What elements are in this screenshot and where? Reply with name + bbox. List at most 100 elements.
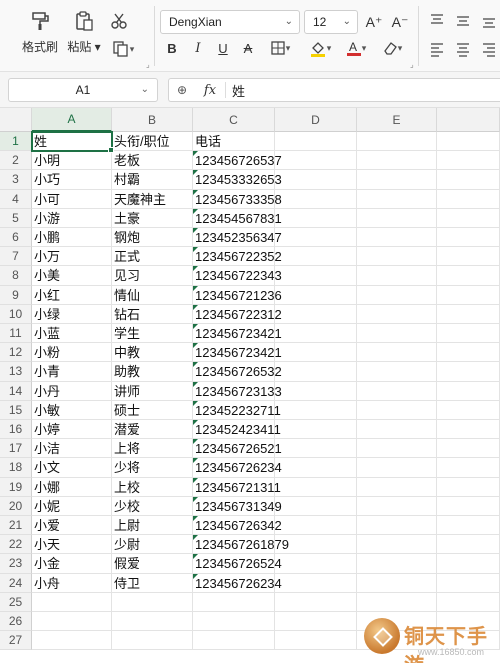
cell[interactable]: 小粉 xyxy=(32,343,112,363)
cell[interactable] xyxy=(437,132,500,152)
align-center-button[interactable] xyxy=(454,38,472,60)
cell[interactable]: 123453332653 xyxy=(193,170,282,190)
cell[interactable] xyxy=(275,208,357,228)
cell[interactable]: 123456726234 xyxy=(193,573,282,593)
strikethrough-button[interactable]: A xyxy=(238,38,258,58)
cell[interactable] xyxy=(357,535,437,555)
cell[interactable] xyxy=(357,458,437,478)
cell[interactable]: 小婷 xyxy=(32,420,112,440)
cell[interactable] xyxy=(275,304,357,324)
cell[interactable] xyxy=(275,516,357,536)
cell[interactable]: 小洁 xyxy=(32,439,112,459)
align-middle-button[interactable] xyxy=(454,10,472,32)
cell[interactable] xyxy=(357,420,437,440)
column-header-a[interactable]: A xyxy=(32,108,112,132)
cell[interactable]: 钻石 xyxy=(112,304,193,324)
cell[interactable] xyxy=(357,439,437,459)
cell[interactable]: 小丹 xyxy=(32,381,112,401)
cell[interactable]: 123456726342 xyxy=(193,516,282,536)
cell[interactable]: 潜爱 xyxy=(112,420,193,440)
cell[interactable] xyxy=(437,439,500,459)
cell[interactable] xyxy=(275,535,357,555)
cell[interactable] xyxy=(357,573,437,593)
cell[interactable]: 123456721236 xyxy=(193,285,282,305)
cell[interactable]: 123456731349 xyxy=(193,496,282,516)
row-header[interactable]: 18 xyxy=(0,458,32,478)
cell[interactable]: 123456722352 xyxy=(193,247,282,267)
cell[interactable]: 小绿 xyxy=(32,304,112,324)
cell[interactable]: 土豪 xyxy=(112,208,193,228)
row-header[interactable]: 19 xyxy=(0,477,32,497)
cell[interactable] xyxy=(275,343,357,363)
cell[interactable] xyxy=(357,285,437,305)
align-top-button[interactable] xyxy=(428,10,446,32)
cell[interactable] xyxy=(357,477,437,497)
cell[interactable] xyxy=(357,208,437,228)
row-header[interactable]: 17 xyxy=(0,439,32,459)
column-header-e[interactable]: E xyxy=(357,108,437,132)
cell[interactable]: 见习 xyxy=(112,266,193,286)
cell[interactable] xyxy=(193,612,275,632)
cell[interactable] xyxy=(357,228,437,248)
cell[interactable]: 小娜 xyxy=(32,477,112,497)
cell[interactable]: 小明 xyxy=(32,151,112,171)
row-header[interactable]: 8 xyxy=(0,266,32,286)
cell[interactable] xyxy=(437,496,500,516)
cell[interactable] xyxy=(32,592,112,612)
align-bottom-button[interactable] xyxy=(480,10,498,32)
cell[interactable] xyxy=(437,477,500,497)
cell[interactable]: 123452232711 xyxy=(193,400,281,420)
cell[interactable] xyxy=(357,170,437,190)
cell[interactable]: 中教 xyxy=(112,343,193,363)
cell[interactable]: 123452423411 xyxy=(193,420,281,440)
cell[interactable]: 123456726537 xyxy=(193,151,282,171)
cell[interactable] xyxy=(357,151,437,171)
cell[interactable] xyxy=(437,592,500,612)
fill-handle[interactable] xyxy=(108,147,114,154)
cell[interactable]: 少尉 xyxy=(112,535,193,555)
cell[interactable] xyxy=(112,592,193,612)
cell[interactable]: 电话 xyxy=(193,132,275,152)
column-header-b[interactable]: B xyxy=(112,108,193,132)
cell[interactable] xyxy=(357,324,437,344)
cell[interactable] xyxy=(32,631,112,651)
spreadsheet-grid[interactable]: A B C D E 1 姓头衔/职位 电话 2 小明 老板 123456726537 3 小巧 村霸 1234… xyxy=(0,108,500,663)
formula-input-area[interactable]: ⊕ fx 姓 xyxy=(168,78,500,102)
cell[interactable] xyxy=(357,554,437,574)
fill-color-button[interactable]: ▾ xyxy=(302,37,338,59)
cell[interactable]: 小游 xyxy=(32,208,112,228)
clear-format-button[interactable]: ▾ xyxy=(376,37,408,59)
row-header[interactable]: 4 xyxy=(0,189,32,209)
cell[interactable]: 硕士 xyxy=(112,400,193,420)
cell[interactable] xyxy=(437,573,500,593)
cell[interactable] xyxy=(357,343,437,363)
cell[interactable] xyxy=(437,516,500,536)
cell[interactable] xyxy=(357,381,437,401)
cell[interactable]: 学生 xyxy=(112,324,193,344)
cell[interactable]: 小妮 xyxy=(32,496,112,516)
cell[interactable]: 123456726521 xyxy=(193,439,282,459)
cell[interactable] xyxy=(437,266,500,286)
row-header[interactable]: 12 xyxy=(0,343,32,363)
cell[interactable]: 情仙 xyxy=(112,285,193,305)
cell[interactable] xyxy=(357,362,437,382)
cell[interactable]: 123456723133 xyxy=(193,381,282,401)
formula-content[interactable]: 姓 xyxy=(232,81,245,100)
italic-button[interactable]: I xyxy=(188,38,208,58)
format-painter-button[interactable]: 格式刷 xyxy=(16,8,64,64)
cell[interactable] xyxy=(437,535,500,555)
underline-button[interactable]: U xyxy=(213,38,233,58)
cell[interactable]: 123456726532 xyxy=(193,362,282,382)
cell[interactable]: 123456723421 xyxy=(193,343,282,363)
cell[interactable]: 123456726524 xyxy=(193,554,282,574)
cell[interactable] xyxy=(275,573,357,593)
cell[interactable] xyxy=(32,612,112,632)
cell[interactable] xyxy=(437,400,500,420)
cell[interactable]: 123456722343 xyxy=(193,266,282,286)
cell[interactable] xyxy=(357,592,437,612)
cell[interactable]: 小鹏 xyxy=(32,228,112,248)
cell[interactable] xyxy=(275,132,357,152)
cell[interactable] xyxy=(437,247,500,267)
cell[interactable] xyxy=(437,381,500,401)
cell[interactable] xyxy=(357,496,437,516)
